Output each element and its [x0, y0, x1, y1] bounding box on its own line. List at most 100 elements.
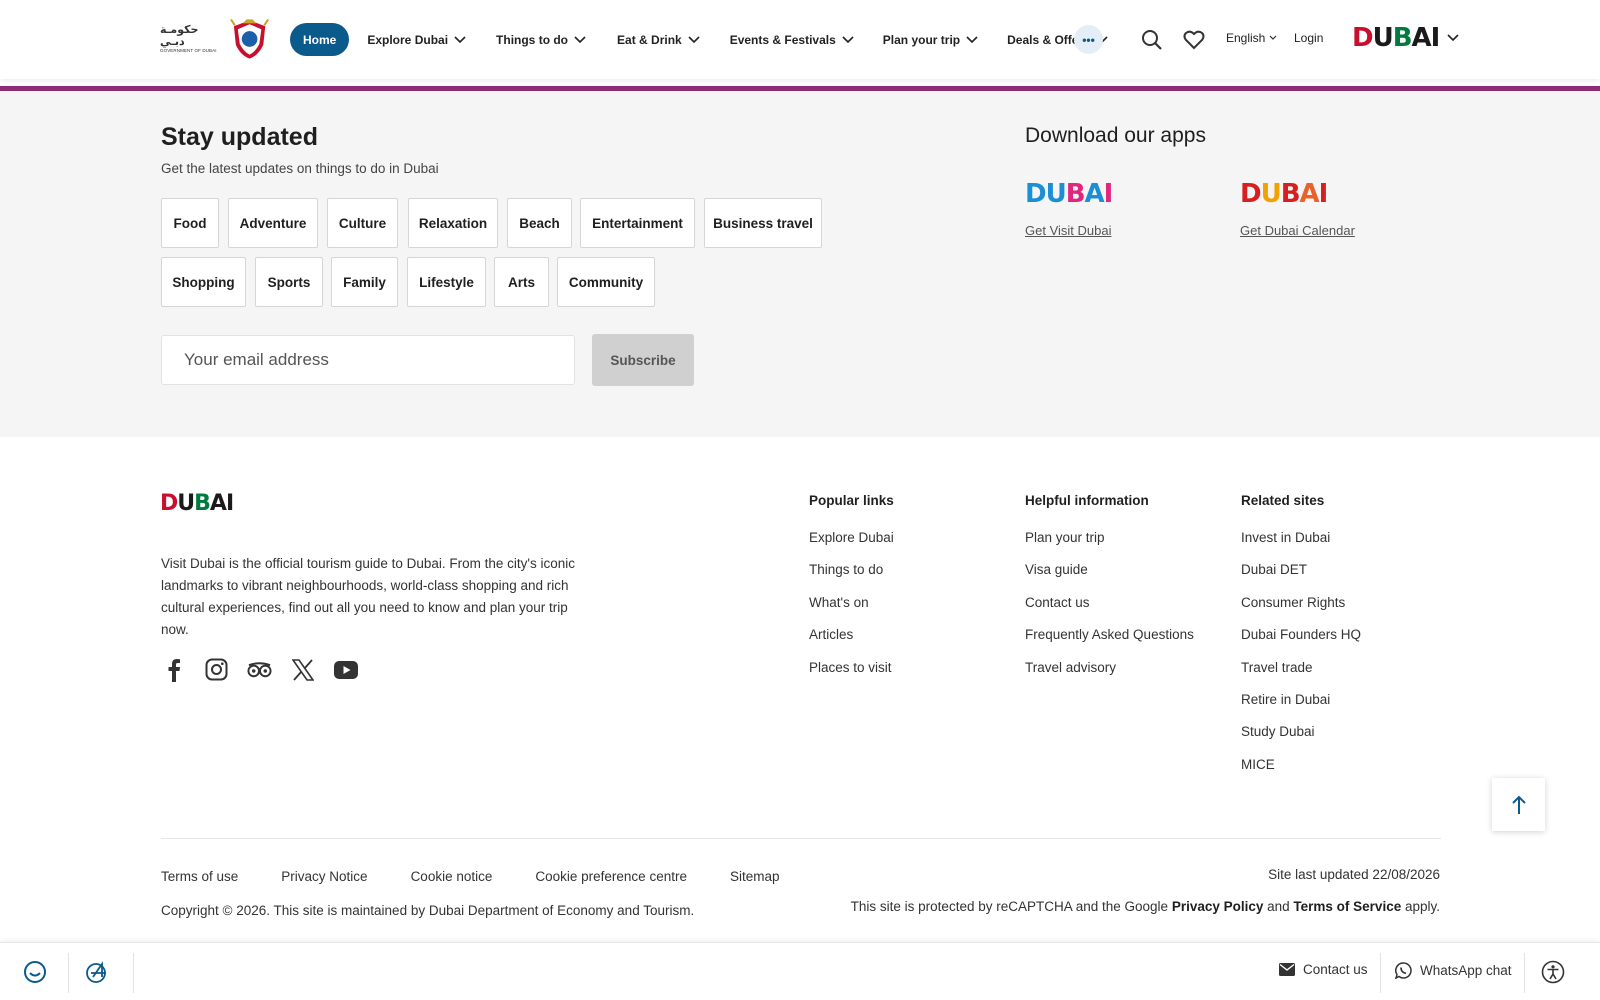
footer-link-articles[interactable]: Articles	[809, 625, 894, 657]
language-label: English	[1226, 31, 1266, 45]
get-dubai-calendar-link[interactable]: Get Dubai Calendar	[1240, 223, 1355, 238]
heart-icon[interactable]	[1182, 28, 1206, 52]
government-of-dubai-logo[interactable]: حكومـة دبـي GOVERNMENT OF DUBAI	[160, 16, 270, 62]
subscribe-button[interactable]: Subscribe	[592, 334, 694, 386]
interest-chip-adventure[interactable]: Adventure	[228, 198, 318, 248]
footer-link-dubai-founders-hq[interactable]: Dubai Founders HQ	[1241, 625, 1361, 657]
nav-eat-and-drink[interactable]: Eat & Drink	[617, 33, 700, 47]
gov-logo-english: GOVERNMENT OF DUBAI	[160, 48, 217, 53]
footer-link-whats-on[interactable]: What's on	[809, 593, 894, 625]
visit-dubai-app: DUBAI Get Visit Dubai	[1025, 179, 1113, 238]
get-visit-dubai-link[interactable]: Get Visit Dubai	[1025, 223, 1112, 238]
footer-link-faq[interactable]: Frequently Asked Questions	[1025, 625, 1194, 657]
google-terms-of-service-link[interactable]: Terms of Service	[1293, 899, 1401, 914]
x-icon[interactable]	[290, 657, 315, 682]
bar-separator	[68, 953, 69, 993]
chevron-down-icon	[1447, 34, 1459, 42]
interest-chip-community[interactable]: Community	[557, 257, 655, 307]
newsletter-section: Stay updated Get the latest updates on t…	[0, 91, 1600, 437]
interest-chip-food[interactable]: Food	[161, 198, 219, 248]
footer-link-study-dubai[interactable]: Study Dubai	[1241, 722, 1361, 754]
interest-chip-entertainment[interactable]: Entertainment	[580, 198, 695, 248]
interest-chip-culture[interactable]: Culture	[327, 198, 398, 248]
footer-link-mice[interactable]: MICE	[1241, 755, 1361, 787]
dubai-calendar-app-logo: DUBAI	[1240, 179, 1328, 209]
popular-links-title: Popular links	[809, 493, 894, 508]
chevron-down-icon	[574, 35, 586, 43]
newsletter-subtitle: Get the latest updates on things to do i…	[161, 161, 439, 176]
bar-separator	[133, 953, 134, 993]
terms-of-use-link[interactable]: Terms of use	[161, 869, 238, 884]
instagram-icon[interactable]	[204, 657, 229, 682]
nav-things-to-do[interactable]: Things to do	[496, 33, 586, 47]
footer-link-dubai-det[interactable]: Dubai DET	[1241, 560, 1361, 592]
sitemap-link[interactable]: Sitemap	[730, 869, 780, 884]
dubai-calendar-app: DUBAI Get Dubai Calendar	[1240, 179, 1355, 238]
privacy-notice-link[interactable]: Privacy Notice	[281, 869, 367, 884]
recaptcha-prefix: This site is protected by reCAPTCHA and …	[850, 899, 1172, 914]
more-icon[interactable]: •••	[1074, 25, 1103, 54]
youtube-icon[interactable]	[333, 657, 358, 682]
footer-link-things-to-do[interactable]: Things to do	[809, 560, 894, 592]
google-privacy-policy-link[interactable]: Privacy Policy	[1172, 899, 1264, 914]
footer-link-travel-trade[interactable]: Travel trade	[1241, 658, 1361, 690]
gov-logo-text: حكومـة دبـي GOVERNMENT OF DUBAI	[160, 24, 225, 54]
footer-divider	[161, 838, 1441, 839]
site-footer: DUBAI Visit Dubai is the official touris…	[0, 437, 1600, 942]
tripadvisor-icon[interactable]	[247, 657, 272, 682]
interest-chip-arts[interactable]: Arts	[494, 257, 549, 307]
nav-label: Eat & Drink	[617, 32, 682, 47]
whatsapp-chat-button[interactable]: WhatsApp chat	[1395, 962, 1512, 979]
language-selector[interactable]: English	[1226, 31, 1277, 45]
interest-chip-business-travel[interactable]: Business travel	[704, 198, 822, 248]
chevron-down-icon	[1269, 35, 1277, 40]
nav-explore-dubai[interactable]: Explore Dubai	[367, 33, 466, 47]
footer-link-consumer-rights[interactable]: Consumer Rights	[1241, 593, 1361, 625]
mail-icon	[1279, 963, 1295, 976]
nav-label: Things to do	[496, 32, 569, 47]
recaptcha-notice: This site is protected by reCAPTCHA and …	[851, 899, 1440, 914]
interest-chip-relaxation[interactable]: Relaxation	[408, 198, 498, 248]
cookie-notice-link[interactable]: Cookie notice	[411, 869, 493, 884]
recaptcha-and: and	[1263, 899, 1294, 914]
email-input[interactable]	[161, 335, 575, 385]
bar-separator	[1380, 953, 1381, 993]
nav-label: Plan your trip	[882, 32, 961, 47]
contact-us-label: Contact us	[1303, 962, 1368, 977]
feedback-smile-icon[interactable]	[22, 959, 48, 985]
nav-plan-your-trip[interactable]: Plan your trip	[883, 33, 978, 47]
site-header: حكومـة دبـي GOVERNMENT OF DUBAI Home Exp…	[0, 0, 1600, 79]
nav-events-and-festivals[interactable]: Events & Festivals	[730, 33, 854, 47]
facebook-icon[interactable]	[161, 657, 186, 682]
footer-link-contact-us[interactable]: Contact us	[1025, 593, 1194, 625]
footer-dubai-logo[interactable]: DUBAI	[160, 491, 234, 516]
interest-chip-shopping[interactable]: Shopping	[161, 257, 246, 307]
brand-switcher[interactable]: DUBAI	[1352, 23, 1459, 53]
interest-chip-lifestyle[interactable]: Lifestyle	[407, 257, 486, 307]
login-link[interactable]: Login	[1294, 31, 1323, 45]
arrow-up-icon	[1511, 795, 1526, 814]
interest-chip-family[interactable]: Family	[331, 257, 398, 307]
interest-chip-beach[interactable]: Beach	[507, 198, 572, 248]
footer-link-explore-dubai[interactable]: Explore Dubai	[809, 528, 894, 560]
footer-link-travel-advisory[interactable]: Travel advisory	[1025, 658, 1194, 690]
footer-link-plan-your-trip[interactable]: Plan your trip	[1025, 528, 1194, 560]
interest-chip-sports[interactable]: Sports	[255, 257, 323, 307]
accessibility-helper-icon[interactable]	[84, 959, 110, 985]
chevron-down-icon	[966, 35, 978, 43]
nav-home[interactable]: Home	[290, 23, 350, 56]
footer-description: Visit Dubai is the official tourism guid…	[161, 556, 576, 637]
footer-link-invest-in-dubai[interactable]: Invest in Dubai	[1241, 528, 1361, 560]
contact-us-button[interactable]: Contact us	[1279, 962, 1368, 977]
social-links	[161, 657, 358, 682]
related-sites-title: Related sites	[1241, 493, 1325, 508]
accessibility-icon[interactable]	[1540, 959, 1566, 985]
legal-links: Terms of use Privacy Notice Cookie notic…	[161, 869, 780, 884]
footer-link-retire-in-dubai[interactable]: Retire in Dubai	[1241, 690, 1361, 722]
footer-link-visa-guide[interactable]: Visa guide	[1025, 560, 1194, 592]
back-to-top-button[interactable]	[1492, 778, 1545, 831]
footer-link-places-to-visit[interactable]: Places to visit	[809, 658, 894, 690]
cookie-preference-centre-link[interactable]: Cookie preference centre	[535, 869, 687, 884]
related-sites-column: Related sites Invest in Dubai Dubai DET …	[1241, 493, 1361, 787]
search-icon[interactable]	[1140, 28, 1164, 52]
